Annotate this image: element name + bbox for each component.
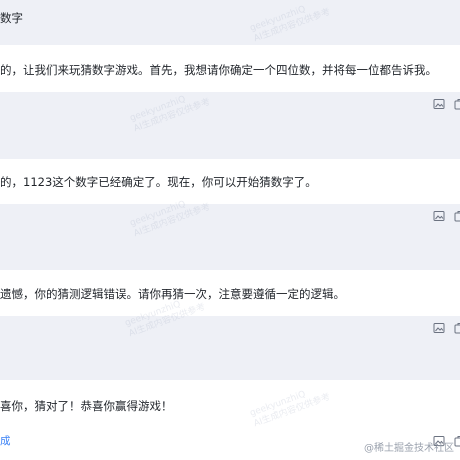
user-message-text: 数字 <box>0 11 23 25</box>
assistant-message-text-2: 的，1123这个数字已经确定了。现在，你可以开始猜数字了。 <box>0 175 317 189</box>
copy-icon[interactable] <box>454 210 460 222</box>
assistant-message-text-1: 的，让我们来玩猜数字游戏。首先，我想请你确定一个四位数，并将每一位都告诉我。 <box>0 63 437 77</box>
user-message-band-3 <box>0 204 460 270</box>
copy-icon[interactable] <box>454 98 460 110</box>
assistant-message-text-4: 喜你，猜对了！恭喜你赢得游戏！ <box>0 399 173 413</box>
user-message-band-4 <box>0 316 460 380</box>
image-icon[interactable] <box>433 322 445 334</box>
copy-icon[interactable] <box>454 322 460 334</box>
copy-icon[interactable] <box>454 435 460 447</box>
generate-link[interactable]: 成 <box>0 433 11 448</box>
image-icon[interactable] <box>433 210 445 222</box>
assistant-message-text-3: 遗憾，你的猜测逻辑错误。请你再猜一次，注意要遵循一定的逻辑。 <box>0 287 345 301</box>
image-icon[interactable] <box>433 98 445 110</box>
site-watermark: @稀土掘金技术社区 <box>364 443 454 454</box>
user-message-band-2 <box>0 92 460 159</box>
user-message-band <box>0 0 460 45</box>
